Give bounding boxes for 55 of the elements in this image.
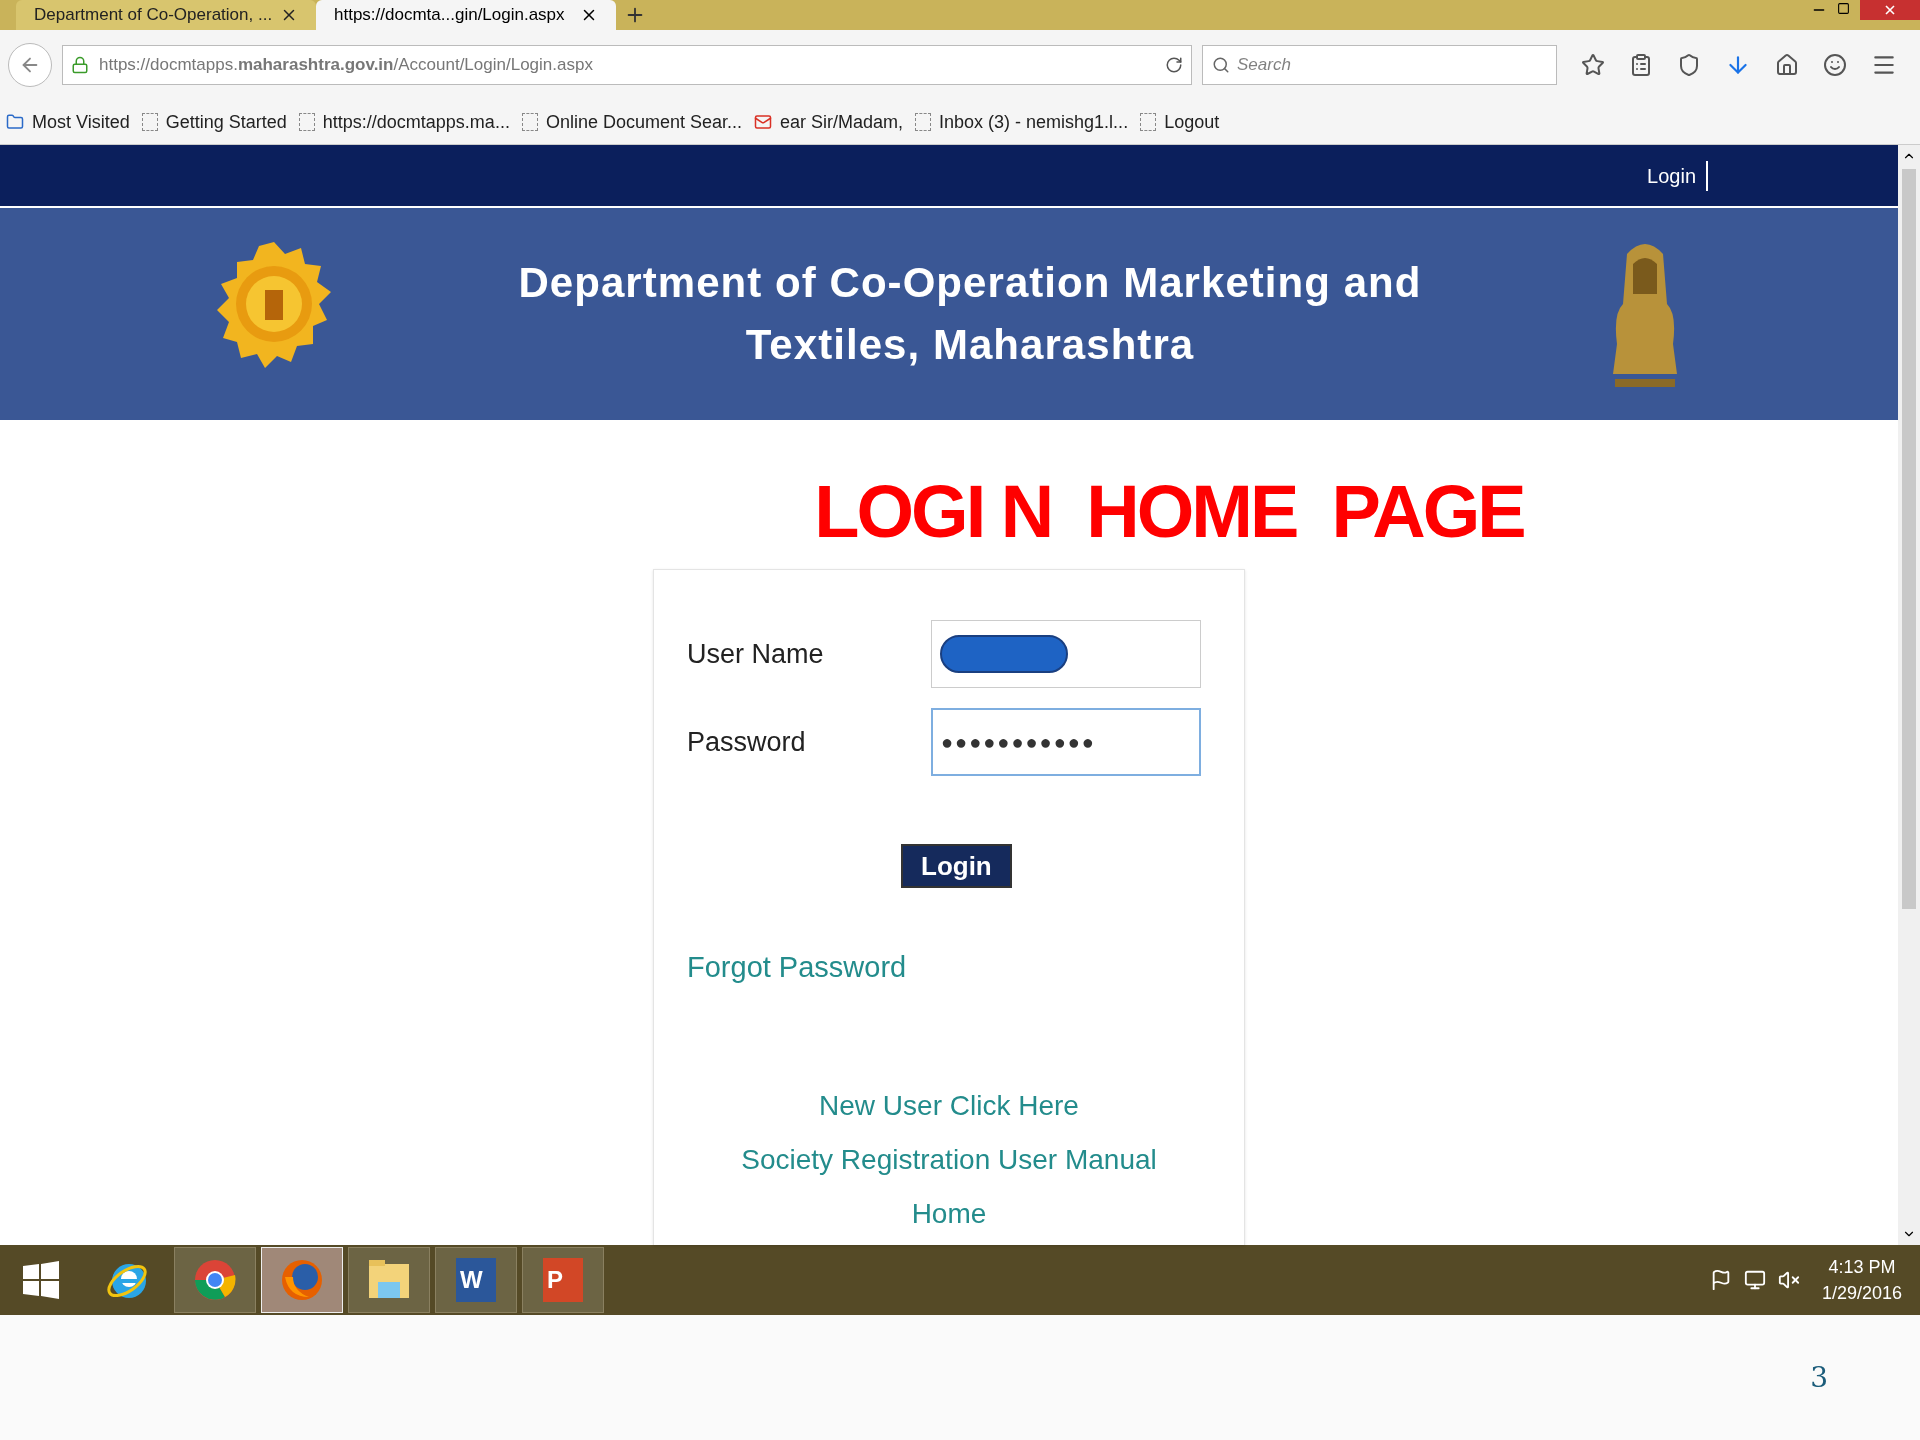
mail-icon — [754, 113, 772, 131]
muted-speaker-icon[interactable] — [1777, 1269, 1800, 1291]
page-icon — [141, 113, 158, 131]
clock-time[interactable]: 4:13 PM — [1828, 1254, 1896, 1280]
bookmark-item[interactable]: ear Sir/Madam, — [754, 108, 904, 136]
field-label: Password — [687, 725, 807, 759]
forgot-password-link[interactable]: Forgot Password — [687, 946, 907, 990]
close-window-button[interactable] — [1860, 0, 1920, 20]
page-link[interactable]: Home — [911, 1192, 987, 1235]
scrollbar[interactable] — [1898, 145, 1920, 1245]
bookmark-item[interactable]: Most Visited — [6, 108, 130, 136]
page-link[interactable]: New User Click Here — [819, 1084, 1079, 1127]
bookmark-item[interactable]: https://docmtapps.ma... — [298, 108, 510, 136]
bookmark-star-icon[interactable] — [1581, 53, 1605, 77]
input-field[interactable] — [931, 620, 1201, 688]
login-button[interactable]: Login — [901, 844, 1012, 888]
url-text: https://docmtapps.maharashtra.gov.in/Account/Login/Login.aspx — [99, 54, 593, 77]
word-app-icon[interactable]: W — [456, 1258, 496, 1302]
bookmark-item[interactable]: Online Document Sear... — [521, 108, 742, 136]
network-icon[interactable] — [1743, 1269, 1766, 1291]
reading-list-icon[interactable] — [1629, 53, 1653, 77]
browser-tab[interactable]: Department of Co-Operation, ... — [16, 0, 316, 30]
powerpoint-app-icon[interactable]: P — [543, 1258, 583, 1302]
browser-tab[interactable]: https://docmta...gin/Login.aspx — [316, 0, 616, 30]
page-icon — [298, 113, 315, 131]
slide-number: 3 — [1810, 1359, 1828, 1396]
shield-icon[interactable] — [1677, 53, 1701, 77]
site-title: Department of Co-Operation Marketing and Textiles, Maharashtra — [518, 258, 1422, 370]
back-button[interactable] — [8, 43, 52, 87]
scrollbar-thumb[interactable] — [1902, 169, 1916, 909]
maximize-icon[interactable] — [1837, 2, 1850, 15]
search-field[interactable]: Search — [1202, 45, 1557, 85]
smiley-icon[interactable] — [1823, 53, 1847, 77]
search-icon — [1212, 56, 1230, 74]
page-icon — [521, 113, 538, 131]
bookmark-item[interactable]: Getting Started — [141, 108, 287, 136]
clock-date[interactable]: 1/29/2016 — [1821, 1280, 1902, 1306]
close-icon — [1885, 5, 1895, 15]
field-label: User Name — [687, 637, 825, 671]
page-icon — [1140, 113, 1157, 131]
page-link[interactable]: Society Registration User Manual — [741, 1138, 1157, 1181]
windows-logo-icon[interactable] — [21, 1260, 61, 1300]
address-bar[interactable]: https://docmtapps.maharashtra.gov.in/Account/Login/Login.aspx — [62, 45, 1192, 85]
chrome-browser-icon[interactable] — [192, 1257, 238, 1303]
firefox-browser-icon[interactable] — [279, 1257, 325, 1303]
lock-icon — [71, 56, 89, 74]
bookmark-item[interactable]: Inbox (3) - nemishg1.l... — [915, 108, 1129, 136]
input-field[interactable]: ●●●●●●●●●●● — [931, 708, 1201, 776]
home-icon[interactable] — [1775, 53, 1799, 77]
page-icon — [915, 113, 932, 131]
overlay-heading: LOGI N HOME PAGE — [814, 475, 1524, 549]
login-nav-link[interactable]: Login — [1647, 160, 1708, 191]
folder-icon — [6, 113, 24, 131]
bookmark-item[interactable]: Logout — [1140, 108, 1220, 136]
reload-icon[interactable] — [1165, 56, 1183, 74]
